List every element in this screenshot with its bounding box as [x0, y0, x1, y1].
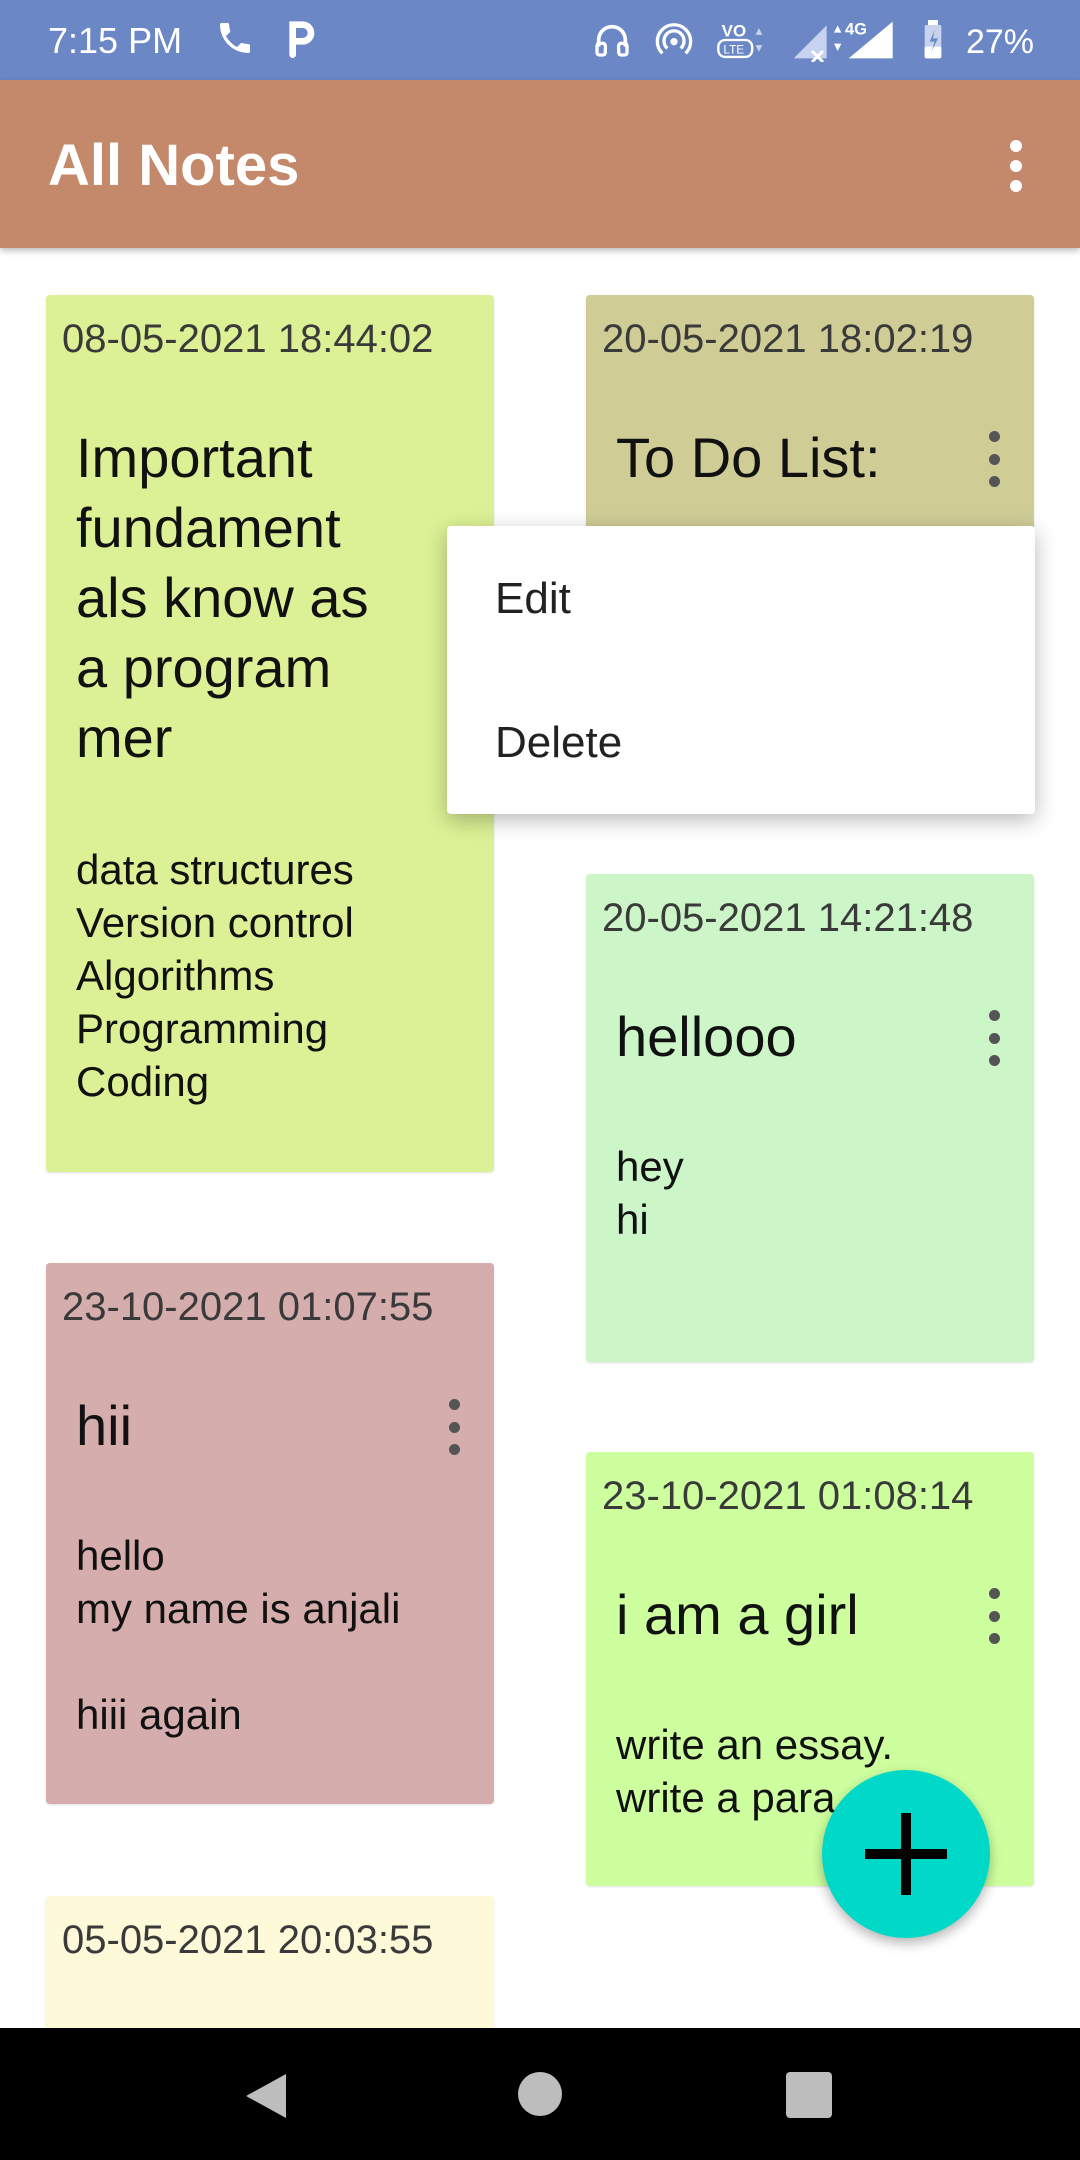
- note-card[interactable]: 08-05-2021 18:44:02 Important fundament …: [46, 295, 494, 1172]
- note-title: hii: [76, 1394, 133, 1457]
- navigation-bar: [0, 2028, 1080, 2160]
- hotspot-icon: [654, 20, 694, 65]
- note-body: hello my name is anjali hiii again: [76, 1532, 401, 1738]
- app-bar: All Notes: [0, 80, 1080, 248]
- phone-icon: [215, 18, 255, 63]
- note-menu-icon[interactable]: [442, 1399, 466, 1455]
- note-menu-icon[interactable]: [982, 1010, 1006, 1066]
- delete-menu-item[interactable]: Delete: [495, 718, 622, 768]
- note-date: 23-10-2021 01:08:14: [602, 1474, 974, 1518]
- svg-text:VO: VO: [722, 22, 746, 41]
- p-icon: [283, 18, 319, 63]
- svg-text:LTE: LTE: [723, 43, 744, 57]
- note-body: data structures Version control Algorith…: [76, 846, 354, 1105]
- note-date: 08-05-2021 18:44:02: [62, 317, 434, 361]
- signal-icon: 4G: [790, 18, 900, 67]
- page-title: All Notes: [48, 133, 300, 198]
- recents-icon[interactable]: [786, 2072, 832, 2118]
- more-vertical-icon[interactable]: [992, 136, 1040, 196]
- note-card[interactable]: 20-05-2021 18:02:19 To Do List:: [586, 295, 1034, 545]
- home-icon[interactable]: [518, 2072, 562, 2116]
- battery-icon: [922, 20, 944, 65]
- note-title: To Do List:: [616, 426, 881, 489]
- note-date: 20-05-2021 18:02:19: [602, 317, 974, 361]
- note-title: hellooo: [616, 1005, 797, 1068]
- add-note-button[interactable]: [822, 1770, 990, 1938]
- back-icon[interactable]: [244, 2072, 288, 2120]
- note-menu-icon[interactable]: [982, 431, 1006, 487]
- status-bar: 7:15 PM VO LTE 4G 27%: [0, 0, 1080, 80]
- note-body: hey hi: [616, 1143, 684, 1243]
- svg-text:4G: 4G: [845, 21, 867, 39]
- headset-icon: [592, 20, 632, 65]
- note-popup-menu: Edit Delete: [447, 526, 1035, 814]
- note-card[interactable]: 20-05-2021 14:21:48 hellooo hey hi: [586, 874, 1034, 1362]
- note-date: 05-05-2021 20:03:55: [62, 1918, 434, 1962]
- volte-icon: VO LTE: [716, 18, 768, 67]
- battery-percent: 27%: [965, 23, 1034, 61]
- note-title: Important fundament als know as a progra…: [76, 426, 369, 769]
- status-time: 7:15 PM: [48, 20, 183, 61]
- note-title: i am a girl: [616, 1583, 859, 1646]
- note-card[interactable]: 23-10-2021 01:07:55 hii hello my name is…: [46, 1263, 494, 1804]
- edit-menu-item[interactable]: Edit: [495, 574, 571, 624]
- note-menu-icon[interactable]: [982, 1588, 1006, 1644]
- note-date: 20-05-2021 14:21:48: [602, 896, 974, 940]
- plus-icon: [865, 1813, 947, 1895]
- note-date: 23-10-2021 01:07:55: [62, 1285, 434, 1329]
